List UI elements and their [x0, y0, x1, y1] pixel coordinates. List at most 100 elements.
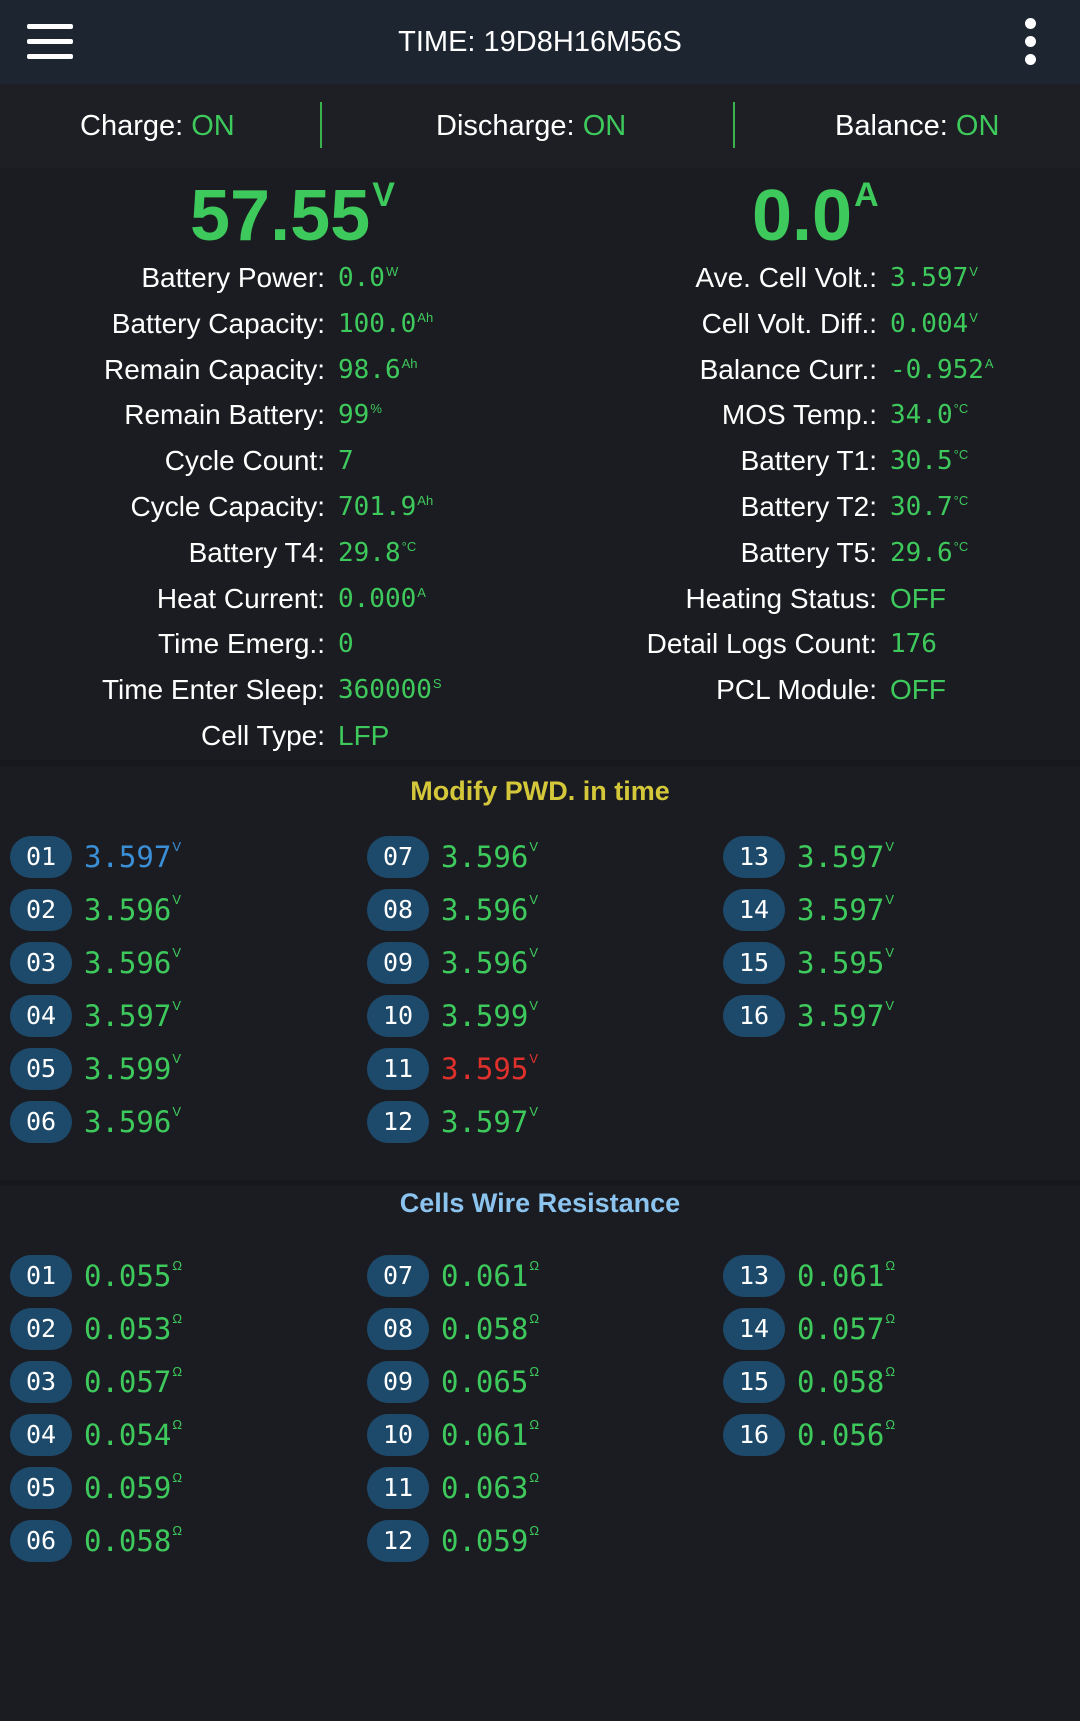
balance-status[interactable]: Balance: ON	[835, 110, 999, 143]
balance-value: ON	[955, 110, 1000, 142]
battery-info-panel: 57.55V 0.0A Battery Power: 0.0W Battery Ca…	[0, 168, 1080, 764]
discharge-status[interactable]: Discharge: ON	[436, 110, 626, 143]
cell-value-number: 0.057	[797, 1312, 885, 1346]
cell-number-badge: 03	[10, 1361, 72, 1403]
cell-value-unit: Ω	[172, 1364, 183, 1379]
cell-number-badge: 02	[10, 889, 72, 931]
cell-value: 0.056Ω	[797, 1414, 895, 1456]
info-row: Battery T2: 30.7°C	[0, 487, 1080, 527]
cell-value-number: 0.054	[84, 1418, 172, 1452]
cell-value: 3.599V	[441, 995, 538, 1037]
total-current-value: 0.0	[752, 176, 853, 256]
cell-number-badge: 05	[10, 1048, 72, 1090]
info-row: PCL Module: OFF	[0, 670, 1080, 710]
cell-value: 3.597V	[84, 836, 181, 878]
cell-value-unit: V	[529, 998, 538, 1013]
info-label: Heating Status:	[685, 582, 877, 614]
cell-value-number: 3.596	[441, 946, 529, 980]
info-value-number: 3.597	[890, 263, 969, 293]
discharge-value: ON	[582, 110, 627, 142]
cell-value-unit: Ω	[529, 1523, 540, 1538]
info-value-number: OFF	[890, 674, 946, 706]
info-label: MOS Temp.:	[721, 399, 877, 431]
cell-number-badge: 10	[367, 995, 429, 1037]
cell-value-unit: Ω	[529, 1470, 540, 1485]
cell-value: 3.597V	[84, 995, 181, 1037]
cell-value-number: 0.057	[84, 1365, 172, 1399]
cell-value: 3.597V	[797, 889, 894, 931]
info-label: Battery T2:	[740, 491, 877, 522]
info-value-unit: °C	[953, 538, 969, 554]
cell-value: 0.061Ω	[797, 1255, 895, 1297]
cell-value-number: 3.596	[84, 1105, 172, 1139]
cell-value-unit: V	[529, 892, 538, 907]
cell-value-number: 0.061	[441, 1418, 529, 1452]
cell-value-number: 0.065	[441, 1365, 529, 1399]
cell-number-badge: 01	[10, 1255, 72, 1297]
cell-value-unit: Ω	[529, 1258, 540, 1273]
cell-value-number: 3.596	[84, 946, 172, 980]
info-value: 176	[890, 624, 937, 664]
cell-value-number: 3.596	[441, 840, 529, 874]
divider	[733, 102, 735, 148]
cell-value-number: 3.596	[84, 893, 172, 927]
cell-number-badge: 08	[367, 889, 429, 931]
cell-value-number: 0.055	[84, 1259, 172, 1293]
cell-value-unit: V	[885, 998, 894, 1013]
cell-value-unit: V	[885, 839, 894, 854]
info-value: OFF	[890, 579, 946, 619]
cell-value: 0.058Ω	[797, 1361, 895, 1403]
info-value-unit: V	[969, 309, 978, 325]
cell-voltage-title[interactable]: Modify PWD. in time	[0, 776, 1080, 807]
cell-value-unit: Ω	[172, 1470, 183, 1485]
cell-value-number: 3.597	[441, 1105, 529, 1139]
cell-value-unit: V	[885, 945, 894, 960]
more-vert-icon[interactable]	[1022, 18, 1038, 66]
cell-number-badge: 11	[367, 1467, 429, 1509]
cell-value-number: 3.599	[84, 1052, 172, 1086]
cell-value-unit: Ω	[529, 1364, 540, 1379]
cell-value-number: 3.597	[797, 893, 885, 927]
wire-resistance-title: Cells Wire Resistance	[399, 1188, 681, 1218]
charge-status[interactable]: Charge: ON	[80, 110, 235, 143]
cell-value: 0.061Ω	[441, 1414, 539, 1456]
cell-number-badge: 15	[723, 1361, 785, 1403]
cell-value-unit: Ω	[172, 1258, 183, 1273]
info-value-unit: V	[969, 264, 978, 279]
divider	[320, 102, 322, 148]
cell-value-unit: V	[529, 1104, 538, 1119]
info-label: Cell Type:	[201, 720, 325, 751]
cell-value-number: 3.597	[797, 999, 885, 1033]
cell-value-number: 3.599	[441, 999, 529, 1033]
cell-number-badge: 11	[367, 1048, 429, 1090]
cell-value: 3.596V	[84, 1101, 181, 1143]
cell-number-badge: 10	[367, 1414, 429, 1456]
cell-value: 3.597V	[441, 1101, 538, 1143]
cell-value-unit: V	[529, 945, 538, 960]
cell-number-badge: 16	[723, 1414, 785, 1456]
cell-value-number: 0.061	[797, 1259, 885, 1293]
cell-value: 3.597V	[797, 995, 894, 1037]
cell-value: 3.596V	[441, 889, 538, 931]
cell-number-badge: 16	[723, 995, 785, 1037]
cell-value: 0.053Ω	[84, 1308, 182, 1350]
cell-value-unit: Ω	[885, 1311, 896, 1326]
info-row: Ave. Cell Volt.: 3.597V	[0, 258, 1080, 298]
cell-value-unit: V	[172, 998, 181, 1013]
info-value: 30.7°C	[890, 487, 968, 527]
cell-value-number: 0.058	[84, 1524, 172, 1558]
cell-number-badge: 14	[723, 1308, 785, 1350]
total-voltage-value: 57.55	[190, 176, 371, 256]
cell-value: 3.595V	[797, 942, 894, 984]
switch-status-row: Charge: ON Discharge: ON Balance: ON	[0, 84, 1080, 168]
cell-value: 0.058Ω	[441, 1308, 539, 1350]
cell-number-badge: 04	[10, 995, 72, 1037]
cell-value-unit: V	[172, 945, 181, 960]
info-value-unit: °C	[953, 493, 969, 508]
info-value-unit: °C	[953, 401, 969, 417]
cell-number-badge: 12	[367, 1520, 429, 1562]
cell-value-number: 0.063	[441, 1471, 529, 1505]
cell-value: 0.059Ω	[441, 1520, 539, 1562]
total-current: 0.0A	[752, 178, 879, 252]
cell-value: 3.595V	[441, 1048, 538, 1090]
